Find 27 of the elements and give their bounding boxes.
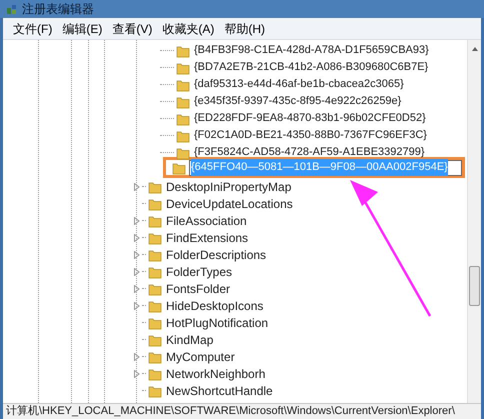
registry-path: 计算机\HKEY_LOCAL_MACHINE\SOFTWARE\Microsoft\Windows\CurrentVersion\Explorer\ xyxy=(6,404,455,419)
menu-item[interactable]: 文件(F) xyxy=(13,20,52,38)
registry-key-label[interactable]: FolderTypes xyxy=(166,262,232,280)
registry-key-label[interactable]: NewShortcutHandle xyxy=(166,382,273,400)
menu-item[interactable]: 编辑(E) xyxy=(62,20,102,38)
registry-key-label[interactable]: MyComputer xyxy=(166,348,235,366)
registry-key-label[interactable]: DesktopIniPropertyMap xyxy=(166,178,292,196)
menu-item[interactable]: 收藏夹(A) xyxy=(162,20,214,38)
registry-key-label[interactable]: FindExtensions xyxy=(166,228,248,246)
registry-key-label[interactable]: NetworkNeighborh xyxy=(166,364,266,382)
registry-key-label[interactable]: {B4FB3F98-C1EA-428d-A78A-D1F5659CBA93} xyxy=(194,42,429,59)
menu-item[interactable]: 查看(V) xyxy=(112,20,152,38)
registry-key-label[interactable]: DeviceUpdateLocations xyxy=(166,194,293,212)
registry-key-label[interactable]: FolderDescriptions xyxy=(166,246,266,264)
registry-key-label[interactable]: {daf95313-e44d-46af-be1b-cbacea2c3065} xyxy=(194,76,404,93)
registry-key-label[interactable]: {e345f35f-9397-435c-8f95-4e922c26259e} xyxy=(194,93,402,110)
window-title: 注册表编辑器 xyxy=(22,1,94,18)
registry-key-label[interactable]: {ED228FDF-9EA8-4870-83b1-96b02CFE0D52} xyxy=(194,110,426,127)
registry-key-label[interactable]: {BD7A2E7B-21CB-41b2-A086-B309680C6B7E} xyxy=(194,59,428,76)
menu-item[interactable]: 帮助(H) xyxy=(224,20,265,38)
registry-key-label[interactable]: HideDesktopIcons xyxy=(166,296,264,314)
registry-key-label[interactable]: KindMap xyxy=(166,330,214,348)
registry-key-label[interactable]: FileAssociation xyxy=(166,212,247,230)
registry-key-label[interactable]: HotPlugNotification xyxy=(166,314,268,332)
registry-key-label[interactable]: {F02C1A0D-BE21-4350-88B0-7367FC96EF3C} xyxy=(194,127,427,144)
registry-key-label[interactable]: {F3F5824C-AD58-4728-AF59-A1EBE3392799} xyxy=(194,144,425,161)
registry-key-label[interactable]: FontsFolder xyxy=(166,280,230,298)
